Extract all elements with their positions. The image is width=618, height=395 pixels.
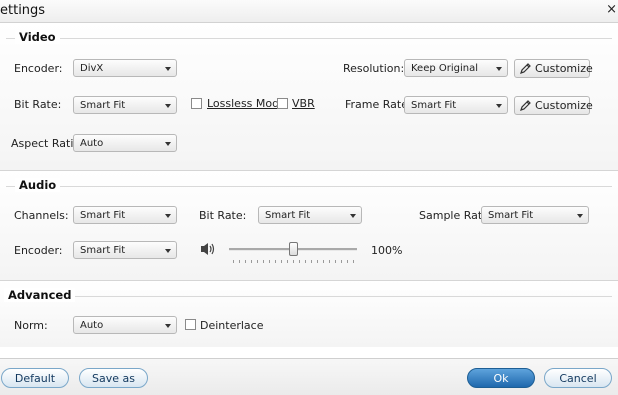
frame-rate-select[interactable]: Smart Fit <box>404 96 508 114</box>
volume-slider-tick <box>239 260 240 263</box>
chevron-down-icon <box>496 104 502 108</box>
volume-slider-tick <box>311 260 312 263</box>
norm-value: Auto <box>80 320 104 331</box>
sample-rate-value: Smart Fit <box>488 210 534 221</box>
aspect-ratio-select[interactable]: Auto <box>73 134 177 152</box>
volume-slider-tick <box>341 260 342 263</box>
volume-value: 100% <box>371 244 403 257</box>
chevron-down-icon <box>165 104 171 108</box>
video-bit-rate-select[interactable]: Smart Fit <box>73 96 177 114</box>
save-as-button[interactable]: Save as <box>79 368 148 388</box>
volume-slider-tick <box>335 260 336 263</box>
volume-slider-tick <box>257 260 258 263</box>
title-bar: ettings × <box>0 0 618 23</box>
video-bit-rate-value: Smart Fit <box>80 100 126 111</box>
volume-slider-tick <box>305 260 306 263</box>
chevron-down-icon <box>165 214 171 218</box>
audio-encoder-label: Encoder: <box>14 244 63 257</box>
resolution-select[interactable]: Keep Original <box>404 59 508 77</box>
vbr-label[interactable]: VBR <box>292 97 315 110</box>
advanced-section-line <box>6 296 612 297</box>
frame-rate-label: Frame Rate: <box>345 98 412 111</box>
deinterlace-label: Deinterlace <box>200 319 264 332</box>
volume-slider-tick <box>233 260 234 263</box>
ok-button[interactable]: Ok <box>467 368 535 388</box>
audio-bit-rate-value: Smart Fit <box>265 210 311 221</box>
advanced-section-title: Advanced <box>4 288 76 302</box>
norm-label: Norm: <box>14 319 48 332</box>
video-section-line <box>6 38 612 39</box>
lossless-mode-checkbox[interactable] <box>191 98 202 109</box>
resolution-customize-label: Customize <box>535 62 593 75</box>
close-icon[interactable]: × <box>606 2 617 17</box>
channels-label: Channels: <box>14 209 69 222</box>
volume-slider-tick <box>281 260 282 263</box>
volume-slider-tick <box>293 260 294 263</box>
video-encoder-select[interactable]: DivX <box>73 59 177 77</box>
volume-slider-tick <box>329 260 330 263</box>
deinterlace-checkbox[interactable] <box>185 319 196 330</box>
video-encoder-value: DivX <box>80 63 104 74</box>
volume-slider-tick <box>263 260 264 263</box>
norm-select[interactable]: Auto <box>73 316 177 334</box>
chevron-down-icon <box>496 67 502 71</box>
lossless-mode-label[interactable]: Lossless Mode <box>207 97 286 110</box>
volume-slider-tick <box>287 260 288 263</box>
volume-slider-tick <box>299 260 300 263</box>
volume-slider-tick <box>275 260 276 263</box>
audio-bit-rate-select[interactable]: Smart Fit <box>258 206 362 224</box>
channels-value: Smart Fit <box>80 210 126 221</box>
frame-rate-customize-label: Customize <box>535 99 593 112</box>
volume-slider-thumb[interactable] <box>289 242 298 256</box>
volume-slider-tick <box>347 260 348 263</box>
volume-slider-tick <box>251 260 252 263</box>
audio-encoder-value: Smart Fit <box>80 245 126 256</box>
audio-section-title: Audio <box>15 178 61 192</box>
frame-rate-customize-button[interactable]: Customize <box>514 96 593 115</box>
resolution-customize-button[interactable]: Customize <box>514 59 593 78</box>
chevron-down-icon <box>165 249 171 253</box>
video-section-title: Video <box>15 30 60 44</box>
chevron-down-icon <box>165 67 171 71</box>
vbr-checkbox[interactable] <box>277 98 288 109</box>
chevron-down-icon <box>350 214 356 218</box>
resolution-label: Resolution: <box>343 62 405 75</box>
volume-slider-tick <box>323 260 324 263</box>
volume-slider-tick <box>269 260 270 263</box>
chevron-down-icon <box>577 214 583 218</box>
audio-section-line <box>6 186 612 187</box>
default-button[interactable]: Default <box>1 368 69 388</box>
cancel-button[interactable]: Cancel <box>544 368 612 388</box>
volume-slider-tick <box>317 260 318 263</box>
aspect-ratio-value: Auto <box>80 138 104 149</box>
advanced-section <box>0 281 618 347</box>
audio-section <box>0 171 618 280</box>
audio-bit-rate-label: Bit Rate: <box>199 209 247 222</box>
pencil-icon <box>519 99 532 115</box>
pencil-icon <box>519 62 532 78</box>
volume-slider-tick <box>353 260 354 263</box>
video-encoder-label: Encoder: <box>14 62 63 75</box>
chevron-down-icon <box>165 142 171 146</box>
footer-bar: Default Save as Ok Cancel <box>0 358 618 395</box>
channels-select[interactable]: Smart Fit <box>73 206 177 224</box>
video-bit-rate-label: Bit Rate: <box>14 98 62 111</box>
chevron-down-icon <box>165 324 171 328</box>
audio-encoder-select[interactable]: Smart Fit <box>73 241 177 259</box>
window-title: ettings <box>0 3 46 18</box>
sample-rate-select[interactable]: Smart Fit <box>481 206 589 224</box>
frame-rate-value: Smart Fit <box>411 100 457 111</box>
resolution-value: Keep Original <box>411 63 479 74</box>
volume-slider-tick <box>245 260 246 263</box>
speaker-icon[interactable] <box>199 241 217 260</box>
